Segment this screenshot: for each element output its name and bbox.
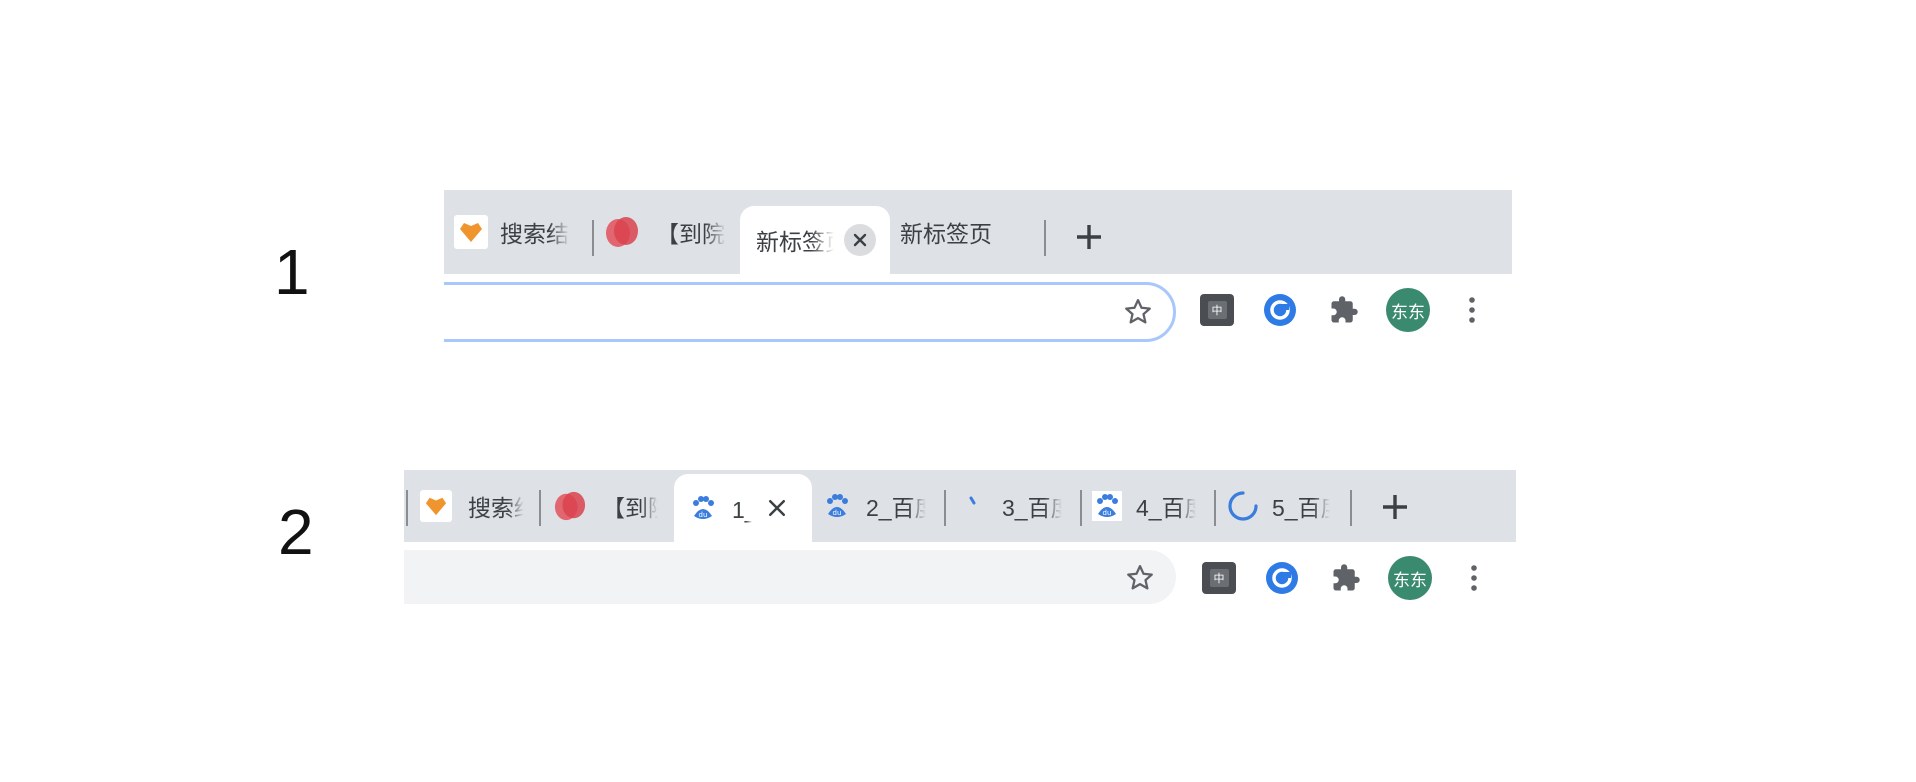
tab-separator — [406, 490, 408, 526]
tab-separator — [539, 490, 541, 526]
profile-avatar[interactable]: 东东 — [1388, 556, 1432, 600]
tab-search-results[interactable]: 搜索结 — [454, 190, 580, 274]
browser-screenshot-2: 搜索结果 【到院 du 1_百度 du 2_百度 3_百度 d — [404, 470, 1516, 606]
svg-text:du: du — [699, 511, 708, 519]
omnibox[interactable] — [444, 282, 1176, 342]
close-circle-icon[interactable] — [844, 224, 876, 256]
tab-title: 【到院 — [656, 221, 725, 247]
orange-heart-icon — [420, 490, 452, 522]
profile-avatar[interactable]: 东东 — [1386, 288, 1430, 332]
kebab-menu-icon[interactable] — [1454, 292, 1490, 328]
svg-text:du: du — [833, 509, 842, 517]
tab-baidu-1-active[interactable]: du 1_百度 — [674, 474, 812, 542]
ime-label: 中 — [1209, 569, 1229, 587]
ime-extension-icon[interactable]: 中 — [1200, 294, 1234, 326]
svg-text:du: du — [1103, 509, 1112, 517]
bookmark-star-icon[interactable] — [1122, 560, 1158, 596]
tab-separator — [1214, 490, 1216, 526]
figure-label-1: 1 — [274, 236, 310, 308]
tab-separator — [1044, 220, 1046, 256]
tab-separator — [1080, 490, 1082, 526]
browser-screenshot-1: 搜索结 【到院 新标签页 新标签页 中 东东 — [444, 190, 1512, 344]
tab-separator — [592, 220, 594, 256]
baidu-paw-icon: du — [1092, 491, 1122, 521]
tab-title: 4_百度 — [1136, 495, 1196, 521]
tab-baidu-3[interactable]: 3_百度 — [958, 470, 1080, 542]
baidu-paw-icon: du — [822, 491, 852, 521]
bookmark-star-icon[interactable] — [1120, 294, 1156, 330]
blue-refresh-icon[interactable] — [1264, 560, 1300, 596]
loading-spinner-icon — [958, 491, 988, 521]
extensions-puzzle-icon[interactable] — [1328, 560, 1364, 596]
tab-title: 3_百度 — [1002, 495, 1062, 521]
tab-new-tab[interactable]: 新标签页 — [900, 190, 1030, 274]
orange-heart-icon — [454, 215, 488, 249]
blue-refresh-icon[interactable] — [1262, 292, 1298, 328]
tab-title: 【到院 — [602, 495, 658, 521]
tab-title: 5_百度 — [1272, 495, 1330, 521]
tab-separator — [944, 490, 946, 526]
plus-icon — [1077, 225, 1101, 249]
new-tab-button[interactable] — [1374, 486, 1416, 528]
figure-label-2: 2 — [278, 496, 314, 568]
tab-baidu-4[interactable]: du 4_百度 — [1092, 470, 1214, 542]
tab-title: 1_百度 — [732, 497, 752, 523]
tab-separator — [1350, 490, 1352, 526]
new-tab-button[interactable] — [1068, 216, 1110, 258]
close-x-icon[interactable] — [762, 493, 792, 523]
ime-label: 中 — [1207, 301, 1227, 319]
tab-title: 新标签页 — [756, 229, 834, 255]
baidu-paw-icon: du — [688, 493, 718, 523]
plus-icon — [1383, 495, 1407, 519]
red-leaf-icon — [604, 215, 640, 249]
omnibox[interactable] — [404, 550, 1176, 604]
tab-search-results[interactable]: 搜索结果 — [420, 470, 532, 542]
tab-title: 搜索结 — [500, 221, 569, 247]
ime-extension-icon[interactable]: 中 — [1202, 562, 1236, 594]
tab-title: 搜索结果 — [468, 495, 524, 521]
tab-baidu-5[interactable]: 5_百度 — [1226, 470, 1346, 542]
tab-daoyuan[interactable]: 【到院 — [604, 190, 730, 274]
tab-new-tab-active[interactable]: 新标签页 — [740, 206, 890, 274]
tab-daoyuan[interactable]: 【到院 — [552, 470, 664, 542]
loading-spinner-icon — [1226, 489, 1260, 523]
kebab-menu-icon[interactable] — [1456, 560, 1492, 596]
tab-baidu-2[interactable]: du 2_百度 — [822, 470, 944, 542]
tab-title: 2_百度 — [866, 495, 926, 521]
extensions-puzzle-icon[interactable] — [1326, 292, 1362, 328]
red-leaf-icon — [552, 489, 588, 523]
tab-title: 新标签页 — [900, 221, 992, 247]
